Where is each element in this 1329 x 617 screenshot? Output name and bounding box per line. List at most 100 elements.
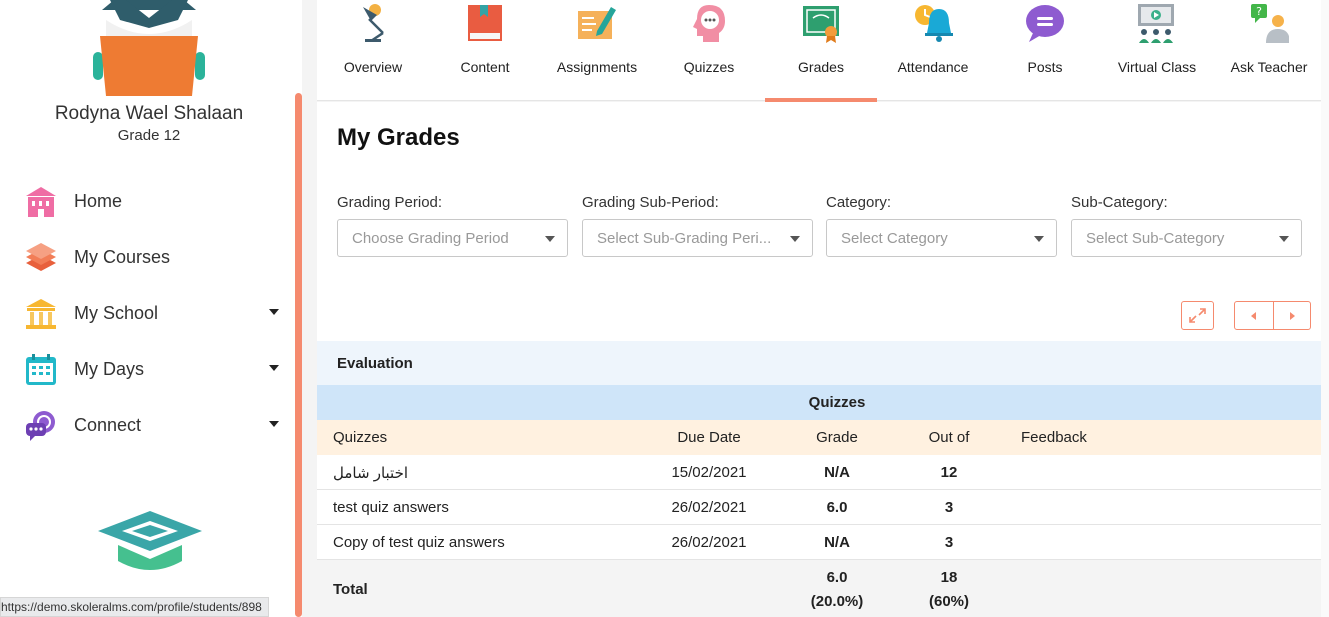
tab-virtual-class[interactable]: Virtual Class: [1101, 0, 1213, 101]
tab-content[interactable]: Content: [429, 0, 541, 101]
grading-sub-period-select[interactable]: Select Sub-Grading Peri...: [582, 219, 813, 257]
caret-down-icon: [545, 236, 555, 242]
tab-quizzes[interactable]: Quizzes: [653, 0, 765, 101]
pagination-controls: [1234, 301, 1311, 330]
quiz-name: اختبار شامل: [333, 465, 409, 482]
speech-bubble-icon: [1026, 5, 1064, 42]
tab-label: Posts: [1027, 59, 1063, 75]
next-button[interactable]: [1274, 302, 1311, 329]
grades-panel: My Grades Grading Period: Choose Grading…: [317, 102, 1321, 617]
caret-down-icon: [790, 236, 800, 242]
sidebar-item-home[interactable]: Home: [0, 173, 295, 229]
due-date: 26/02/2021: [671, 534, 747, 551]
tab-label: Attendance: [897, 59, 969, 75]
sidebar-scrollbar[interactable]: [295, 93, 302, 617]
tab-grades[interactable]: Grades: [765, 0, 877, 102]
filter-label: Category:: [826, 194, 892, 211]
grade-value: N/A: [824, 534, 850, 551]
chevron-down-icon[interactable]: [269, 421, 279, 427]
caret-right-icon: [1290, 312, 1295, 320]
bell-clock-icon: [915, 5, 953, 42]
avatar[interactable]: [92, 0, 206, 98]
due-date: 26/02/2021: [671, 499, 747, 516]
home-icon: [26, 187, 56, 217]
expand-button[interactable]: [1181, 301, 1214, 330]
quiz-name: test quiz answers: [333, 499, 449, 516]
tab-assignments[interactable]: Assignments: [541, 0, 653, 101]
page-edge: [1321, 0, 1329, 617]
filter-category: Category: Select Category: [826, 194, 1057, 257]
total-row: Total 6.0 (20.0%) 18 (60%): [317, 560, 1321, 617]
tab-label: Virtual Class: [1117, 59, 1197, 75]
due-date: 15/02/2021: [671, 464, 747, 481]
column-header-due-date: Due Date: [677, 429, 741, 446]
out-of-value: 12: [940, 464, 958, 481]
chevron-down-icon[interactable]: [269, 309, 279, 315]
sidebar-item-connect[interactable]: Connect: [0, 397, 295, 453]
question-person-icon: ?: [1251, 4, 1289, 43]
tab-overview[interactable]: Overview: [317, 0, 429, 101]
pen-paper-icon: [578, 7, 616, 39]
tab-ask-teacher[interactable]: ? Ask Teacher: [1213, 0, 1325, 101]
sidebar-item-label: My School: [74, 302, 159, 323]
total-grade: 6.0: [826, 569, 848, 586]
grading-period-select[interactable]: Choose Grading Period: [337, 219, 568, 257]
table-row[interactable]: اختبار شامل 15/02/2021 N/A 12: [317, 455, 1321, 490]
table-row[interactable]: test quiz answers 26/02/2021 6.0 3: [317, 490, 1321, 525]
table-header-row: Quizzes Due Date Grade Out of Feedback: [317, 420, 1321, 455]
sidebar-item-my-courses[interactable]: My Courses: [0, 229, 295, 285]
skolera-logo: [98, 511, 202, 570]
filter-label: Sub-Category:: [1071, 194, 1168, 211]
caret-left-icon: [1251, 312, 1256, 320]
book-icon: [468, 5, 502, 41]
filter-sub-category: Sub-Category: Select Sub-Category: [1071, 194, 1302, 257]
select-placeholder: Choose Grading Period: [352, 230, 509, 247]
filter-label: Grading Sub-Period:: [582, 194, 719, 211]
caret-down-icon: [1279, 236, 1289, 242]
section-label: Quizzes: [808, 394, 866, 411]
caret-down-icon: [1034, 236, 1044, 242]
chat-connect-icon: [26, 411, 55, 441]
previous-button[interactable]: [1235, 302, 1273, 329]
sub-category-select[interactable]: Select Sub-Category: [1071, 219, 1302, 257]
presentation-screen-icon: [1138, 4, 1174, 43]
tab-label: Content: [460, 59, 510, 75]
column-header-name: Quizzes: [333, 429, 388, 446]
sidebar-item-label: Home: [74, 190, 123, 211]
profile-name: Rodyna Wael Shalaan: [54, 103, 244, 124]
filter-grading-period: Grading Period: Choose Grading Period: [337, 194, 568, 257]
tab-label: Grades: [798, 59, 844, 75]
total-grade-percent: (20.0%): [810, 593, 864, 610]
total-out-of: 18: [940, 569, 958, 586]
select-placeholder: Select Sub-Category: [1086, 230, 1225, 247]
sidebar: Rodyna Wael Shalaan Grade 12 Home My Cou…: [0, 0, 302, 617]
out-of-value: 3: [944, 499, 954, 516]
quiz-name: Copy of test quiz answers: [333, 534, 505, 551]
category-select[interactable]: Select Category: [826, 219, 1057, 257]
sidebar-item-label: My Courses: [74, 246, 171, 267]
calendar-icon: [26, 354, 56, 385]
sidebar-nav: Home My Courses My School My Days Connec…: [0, 173, 295, 453]
status-bar-url: https://demo.skoleralms.com/profile/stud…: [0, 597, 269, 617]
column-header-feedback: Feedback: [1021, 429, 1087, 446]
grades-table: Quizzes Due Date Grade Out of Feedback ا…: [317, 420, 1321, 617]
grade-value: 6.0: [826, 499, 848, 516]
tab-posts[interactable]: Posts: [989, 0, 1101, 101]
sidebar-item-my-days[interactable]: My Days: [0, 341, 295, 397]
page-title: My Grades: [337, 124, 460, 151]
column-header-grade: Grade: [816, 429, 858, 446]
filter-label: Grading Period:: [337, 194, 443, 211]
head-thought-icon: [693, 5, 725, 42]
tab-label: Ask Teacher: [1230, 59, 1308, 75]
table-row[interactable]: Copy of test quiz answers 26/02/2021 N/A…: [317, 525, 1321, 560]
total-out-of-percent: (60%): [928, 593, 969, 610]
sidebar-item-label: Connect: [74, 414, 142, 435]
sidebar-item-label: My Days: [74, 358, 145, 379]
tab-attendance[interactable]: Attendance: [877, 0, 989, 101]
sidebar-item-my-school[interactable]: My School: [0, 285, 295, 341]
expand-icon: [1189, 308, 1206, 323]
chevron-down-icon[interactable]: [269, 365, 279, 371]
section-header: Quizzes: [317, 385, 1321, 420]
certificate-icon: [803, 6, 839, 43]
school-building-icon: [26, 299, 56, 329]
